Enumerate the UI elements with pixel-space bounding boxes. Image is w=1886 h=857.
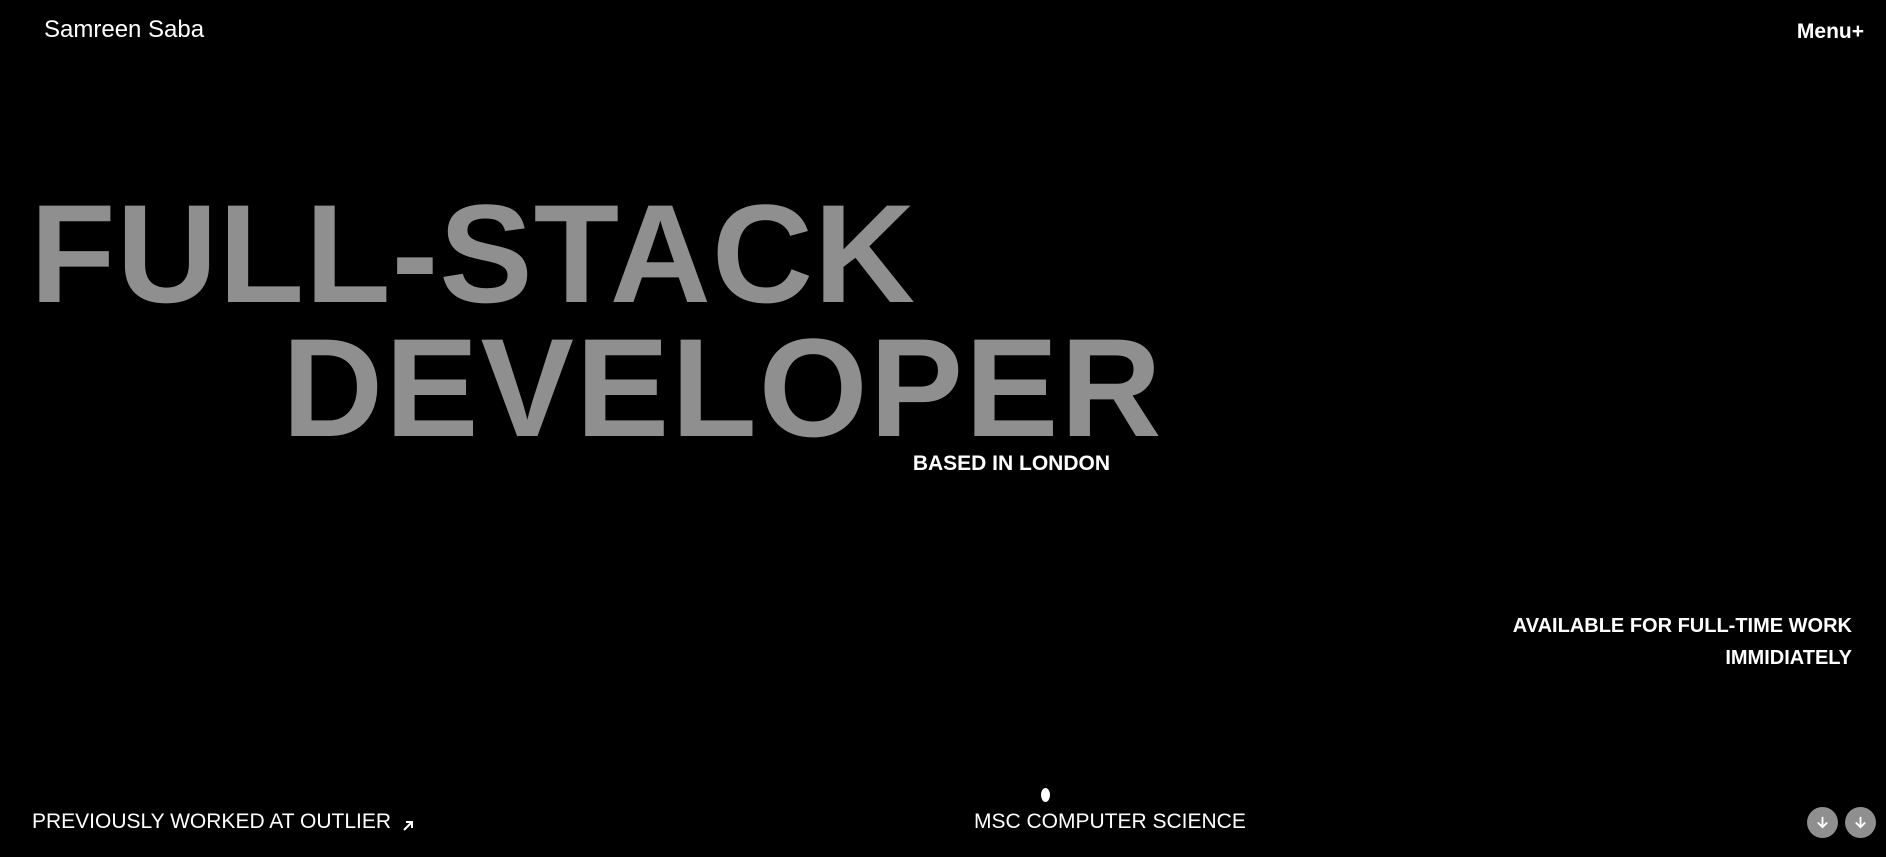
arrow-down-icon (1817, 816, 1828, 829)
availability-line-2: IMMIDIATELY (1725, 647, 1852, 669)
page: Samreen Saba Menu+ FULL-STACK DEVELOPER … (0, 0, 1886, 857)
arrow-down-icon (1855, 816, 1866, 829)
availability-line-1: AVAILABLE FOR FULL-TIME WORK (1512, 615, 1852, 637)
availability-note: AVAILABLE FOR FULL-TIME WORK IMMIDIATELY (1513, 610, 1852, 674)
brand-name[interactable]: Samreen Saba (44, 16, 204, 44)
menu-button[interactable]: Menu+ (1797, 20, 1864, 44)
location-label: BASED IN LONDON (912, 452, 1110, 475)
scroll-buttons (1807, 807, 1876, 838)
hero-title-line-2: DEVELOPER (282, 309, 1164, 466)
education-label: MSC COMPUTER SCIENCE (974, 810, 1246, 833)
previous-work-link[interactable]: PREVIOUSLY WORKED AT OUTLIER (32, 810, 415, 834)
scroll-down-button[interactable] (1807, 807, 1838, 838)
scroll-indicator-dot (1041, 788, 1050, 802)
previous-work-label: PREVIOUSLY WORKED AT OUTLIER (32, 810, 392, 833)
scroll-down-button[interactable] (1845, 807, 1876, 838)
arrow-up-right-icon (401, 815, 415, 831)
hero-title-line-1: FULL-STACK (30, 175, 917, 332)
